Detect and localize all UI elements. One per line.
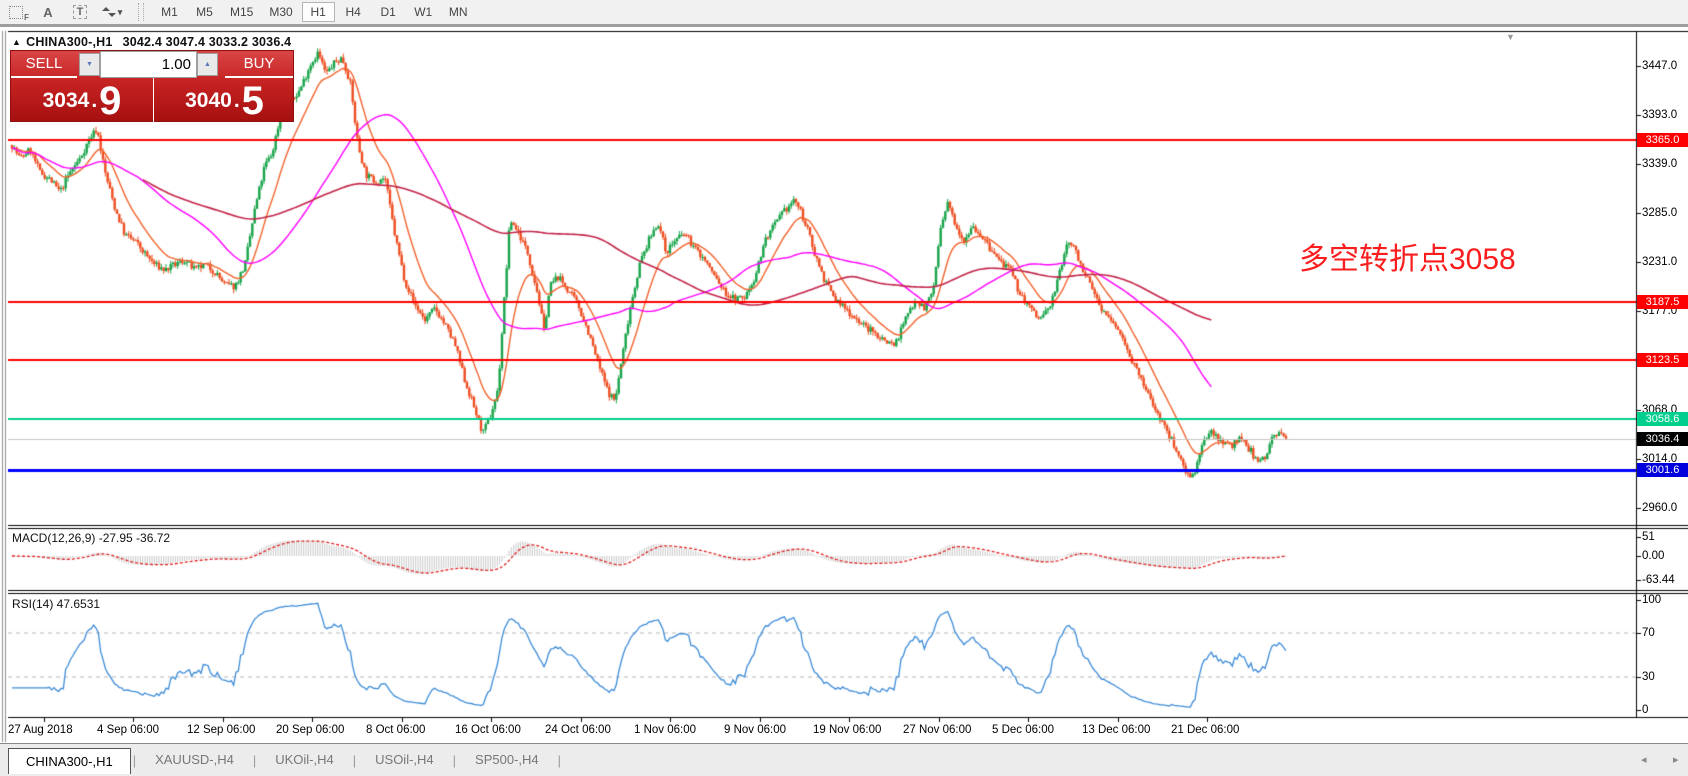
dropdown-caret-icon: ▾ <box>118 7 123 18</box>
rsi-scale-tick: 0 <box>1642 703 1648 717</box>
text-label-tool-icon[interactable]: T <box>67 1 93 23</box>
rsi-indicator-label: RSI(14) 47.6531 <box>12 597 100 611</box>
date-tick-label: 8 Oct 06:00 <box>366 724 425 736</box>
toolbar-grip[interactable] <box>138 3 144 21</box>
date-tick-label: 4 Sep 06:00 <box>97 724 159 736</box>
top-toolbar: F A T ▾ M1M5M15M30H1H4D1W1MN <box>0 0 1688 27</box>
price-badge: 3036.4 <box>1637 432 1688 446</box>
tab-usoil-h4[interactable]: USOil-,H4 <box>358 747 451 773</box>
double-arrow-icon <box>102 5 116 19</box>
tab-separator: | <box>453 753 456 768</box>
date-tick-label: 19 Nov 06:00 <box>813 724 881 736</box>
chart-tab-bar: CHINA300-,H1|XAUUSD-,H4|UKOil-,H4|USOil-… <box>0 743 1688 776</box>
volume-decrease-button[interactable]: ▼ <box>79 53 100 76</box>
date-tick-label: 12 Sep 06:00 <box>187 724 255 736</box>
buy-button[interactable]: BUY <box>225 51 293 78</box>
tab-sp500-h4[interactable]: SP500-,H4 <box>458 747 556 773</box>
sell-price-sep: . <box>91 89 97 113</box>
price-badge: 3001.6 <box>1637 463 1688 477</box>
date-tick-label: 16 Oct 06:00 <box>455 724 521 736</box>
macd-scale-tick: 51 <box>1642 530 1655 544</box>
timeframe-w1[interactable]: W1 <box>407 2 440 22</box>
volume-input[interactable] <box>100 51 197 78</box>
tab-separator: | <box>133 753 136 768</box>
price-tick: 3393.0 <box>1642 108 1677 122</box>
price-badge: 3058.6 <box>1637 412 1688 426</box>
price-badge: 3365.0 <box>1637 133 1688 147</box>
tabs-scroll-right-button[interactable]: ▸ <box>1673 753 1679 766</box>
chart-annotation-text: 多空转折点3058 <box>1299 234 1516 278</box>
tab-ukoil-h4[interactable]: UKOil-,H4 <box>258 747 351 773</box>
sell-button[interactable]: SELL <box>11 51 77 78</box>
date-tick-label: 27 Nov 06:00 <box>903 724 971 736</box>
tab-xauusd-h4[interactable]: XAUUSD-,H4 <box>138 747 251 773</box>
date-tick-label: 21 Dec 06:00 <box>1171 724 1239 736</box>
rsi-scale-tick: 70 <box>1642 626 1655 640</box>
price-tick: 3447.0 <box>1642 59 1677 73</box>
sell-price-frac: 9 <box>99 81 121 121</box>
macd-scale-tick: 0.00 <box>1642 549 1664 563</box>
grid-glyph-icon: F <box>9 6 23 19</box>
date-tick-label: 5 Dec 06:00 <box>992 724 1054 736</box>
grid-sub-label: F <box>24 13 29 22</box>
chart-title: ▲ CHINA300-,H1 3042.4 3047.4 3033.2 3036.4 <box>12 35 291 49</box>
macd-scale-tick: -63.44 <box>1642 573 1675 587</box>
timeframe-m5[interactable]: M5 <box>188 2 221 22</box>
tab-separator: | <box>558 753 561 768</box>
date-tick-label: 27 Aug 2018 <box>8 724 73 736</box>
one-click-trading-grid-icon[interactable]: F <box>3 1 29 23</box>
chart-shift-marker[interactable]: ▼ <box>1506 32 1515 42</box>
buy-price-frac: 5 <box>242 81 264 121</box>
macd-indicator-label: MACD(12,26,9) -27.95 -36.72 <box>12 531 170 545</box>
timeframe-h4[interactable]: H4 <box>337 2 370 22</box>
buy-price-sep: . <box>234 89 240 113</box>
price-badge: 3187.5 <box>1637 295 1688 309</box>
one-click-trade-panel: SELL ▼ ▲ BUY 3034.9 3040.5 <box>10 50 294 122</box>
price-tick: 2960.0 <box>1642 501 1677 515</box>
cursor-mode-icon[interactable]: A <box>35 1 61 23</box>
date-tick-label: 9 Nov 06:00 <box>724 724 786 736</box>
sell-price[interactable]: 3034.9 <box>11 78 153 123</box>
date-tick-label: 20 Sep 06:00 <box>276 724 344 736</box>
date-tick-label: 24 Oct 06:00 <box>545 724 611 736</box>
arrange-windows-icon[interactable]: ▾ <box>99 1 125 23</box>
text-tool-glyph: T <box>73 5 88 19</box>
timeframe-m30[interactable]: M30 <box>262 2 299 22</box>
volume-increase-button[interactable]: ▲ <box>197 53 218 76</box>
rsi-scale-tick: 30 <box>1642 670 1655 684</box>
ohlc-values: 3042.4 3047.4 3033.2 3036.4 <box>123 35 292 49</box>
price-tick: 3231.0 <box>1642 255 1677 269</box>
tabs-scroll-left-button[interactable]: ◂ <box>1641 753 1647 766</box>
date-tick-label: 13 Dec 06:00 <box>1082 724 1150 736</box>
date-tick-label: 1 Nov 06:00 <box>634 724 696 736</box>
timeframe-m15[interactable]: M15 <box>223 2 260 22</box>
timeframe-mn[interactable]: MN <box>442 2 475 22</box>
buy-price-main: 3040 <box>185 89 232 113</box>
one-click-toggle-icon[interactable]: ▲ <box>12 37 21 47</box>
price-tick: 3339.0 <box>1642 157 1677 171</box>
price-badge: 3123.5 <box>1637 353 1688 367</box>
tab-separator: | <box>253 753 256 768</box>
tabs-container: CHINA300-,H1|XAUUSD-,H4|UKOil-,H4|USOil-… <box>8 747 563 774</box>
timeframe-group: M1M5M15M30H1H4D1W1MN <box>152 2 476 22</box>
sell-price-main: 3034 <box>43 89 90 113</box>
price-tick: 3285.0 <box>1642 206 1677 220</box>
buy-price[interactable]: 3040.5 <box>153 78 295 123</box>
timeframe-d1[interactable]: D1 <box>372 2 405 22</box>
tab-china300-h1[interactable]: CHINA300-,H1 <box>8 748 131 774</box>
tab-separator: | <box>353 753 356 768</box>
timeframe-m1[interactable]: M1 <box>153 2 186 22</box>
rsi-scale-tick: 100 <box>1642 593 1661 607</box>
symbol-label: CHINA300-,H1 <box>26 35 112 49</box>
timeframe-h1[interactable]: H1 <box>302 2 335 22</box>
